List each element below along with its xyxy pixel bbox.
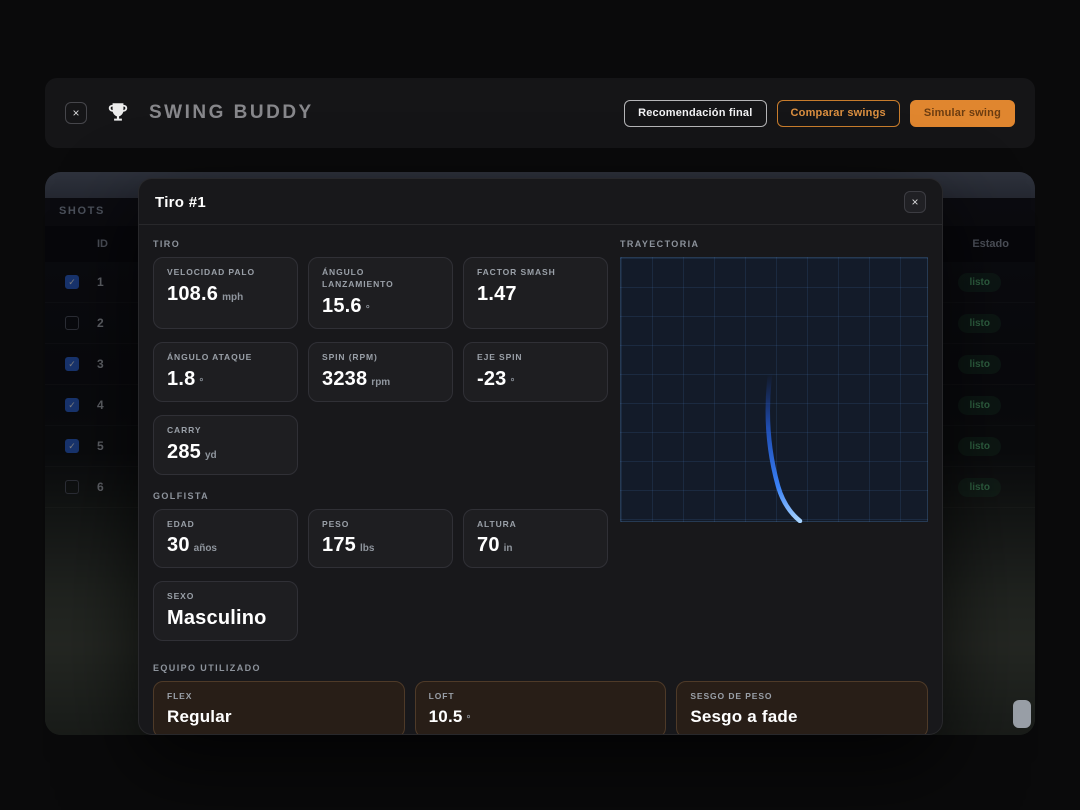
- status-badge: listo: [958, 436, 1001, 456]
- status-badge: listo: [958, 313, 1001, 333]
- modal-close-button[interactable]: ×: [904, 191, 926, 213]
- shot-detail-modal: Tiro #1 × TIRO VELOCIDAD PALO 108.6 mph Á…: [138, 178, 943, 735]
- recomendacion-final-button[interactable]: Recomendación final: [624, 99, 767, 127]
- header-actions: Recomendación final Comparar swings Simu…: [624, 99, 1015, 127]
- scrollbar-thumb[interactable]: [1013, 700, 1031, 728]
- row-id: 4: [97, 398, 104, 412]
- row-id: 2: [97, 316, 104, 330]
- row-id: 1: [97, 275, 104, 289]
- simular-swing-button[interactable]: Simular swing: [909, 99, 1015, 127]
- check-icon: ✓: [68, 440, 76, 451]
- row-checkbox[interactable]: ✓: [65, 275, 79, 289]
- modal-title: Tiro #1: [155, 193, 207, 211]
- metric-card-factor-smash: FACTOR SMASH 1.47: [463, 257, 608, 329]
- metric-card-spin: SPIN (RPM) 3238 rpm: [308, 341, 453, 402]
- metric-card-sexo: SEXO Masculino: [153, 581, 298, 642]
- metrics-column: TIRO VELOCIDAD PALO 108.6 mph ÁNGULO LANZ…: [153, 231, 608, 642]
- status-badge: listo: [958, 272, 1001, 292]
- app-window: × SWING BUDDY Recomendación final Compar…: [0, 0, 1080, 810]
- modal-body: TIRO VELOCIDAD PALO 108.6 mph ÁNGULO LANZ…: [139, 225, 942, 734]
- trajectory-chart: [620, 257, 928, 523]
- metric-card-eje-spin: EJE SPIN -23 °: [463, 341, 608, 402]
- equipment-cards-grid: FLEX Regular LOFT 10.5 ° SESGO DE PESO Se…: [153, 681, 928, 734]
- metric-card-carry: CARRY 285 yd: [153, 414, 298, 475]
- window-close-button[interactable]: ×: [65, 102, 87, 124]
- modal-header: Tiro #1 ×: [139, 179, 942, 225]
- check-icon: ✓: [68, 358, 76, 369]
- section-label-golfista: GOLFISTA: [153, 490, 210, 501]
- check-icon: ✓: [68, 399, 76, 410]
- row-id: 3: [97, 357, 104, 371]
- section-label-equipo: EQUIPO UTILIZADO: [153, 663, 261, 674]
- row-checkbox[interactable]: ✓: [65, 480, 79, 494]
- metric-card-velocidad-palo: VELOCIDAD PALO 108.6 mph: [153, 257, 298, 329]
- section-label-tiro: TIRO: [153, 239, 181, 249]
- trajectory-line: [765, 371, 803, 523]
- trajectory-column: TRAYECTORIA: [620, 231, 928, 641]
- equipment-card-loft: LOFT 10.5 °: [414, 681, 667, 734]
- section-label-trayectoria: TRAYECTORIA: [620, 239, 700, 249]
- row-checkbox[interactable]: ✓: [65, 439, 79, 453]
- tiro-cards-grid: VELOCIDAD PALO 108.6 mph ÁNGULO LANZAMIEN…: [153, 257, 608, 475]
- status-badge: listo: [958, 395, 1001, 415]
- column-header-id: ID: [97, 238, 108, 250]
- top-header-bar: × SWING BUDDY Recomendación final Compar…: [45, 78, 1035, 148]
- status-badge: listo: [958, 354, 1001, 374]
- app-title: SWING BUDDY: [149, 102, 314, 123]
- app-logo-trophy-icon: [103, 98, 133, 128]
- metric-card-altura: ALTURA 70 in: [463, 508, 608, 569]
- column-header-estado: Estado: [972, 238, 1009, 250]
- metric-card-peso: PESO 175 lbs: [308, 508, 453, 569]
- golfista-cards-grid: EDAD 30 años PESO 175 lbs ALTURA 70 in SE: [153, 508, 608, 642]
- row-id: 5: [97, 439, 104, 453]
- status-badge: listo: [958, 477, 1001, 497]
- metric-card-edad: EDAD 30 años: [153, 508, 298, 569]
- row-checkbox[interactable]: ✓: [65, 357, 79, 371]
- check-icon: ✓: [68, 276, 76, 287]
- row-checkbox[interactable]: ✓: [65, 398, 79, 412]
- equipment-card-sesgo-peso: SESGO DE PESO Sesgo a fade: [676, 681, 928, 734]
- equipment-card-flex: FLEX Regular: [153, 681, 405, 734]
- metric-card-angulo-ataque: ÁNGULO ATAQUE 1.8 °: [153, 341, 298, 402]
- comparar-swings-button[interactable]: Comparar swings: [776, 99, 900, 127]
- row-checkbox[interactable]: ✓: [65, 316, 79, 330]
- metric-card-angulo-lanzamiento: ÁNGULO LANZAMIENTO 15.6 °: [308, 257, 453, 329]
- row-id: 6: [97, 480, 104, 494]
